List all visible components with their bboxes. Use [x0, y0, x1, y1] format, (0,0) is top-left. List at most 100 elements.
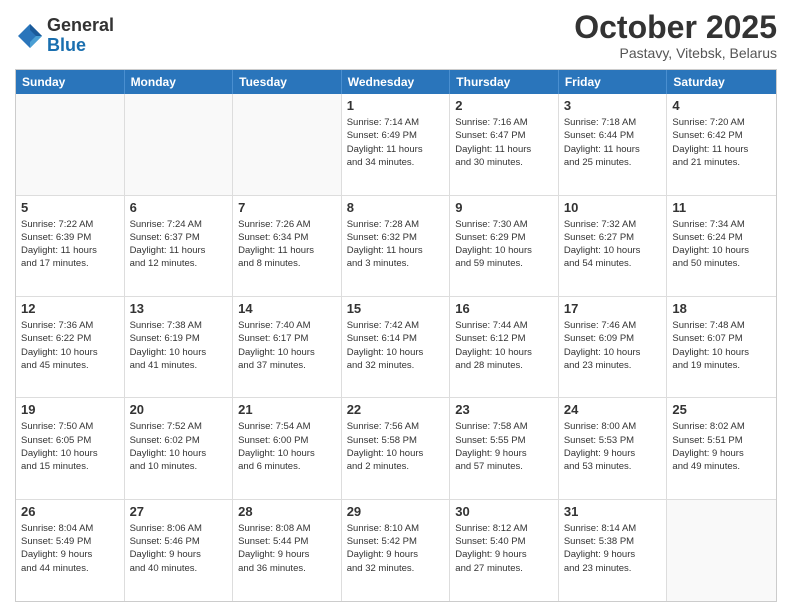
- day-info-4: Sunrise: 7:20 AM Sunset: 6:42 PM Dayligh…: [672, 116, 771, 169]
- day-info-28: Sunrise: 8:08 AM Sunset: 5:44 PM Dayligh…: [238, 522, 336, 575]
- day-number-26: 26: [21, 504, 119, 519]
- header-thursday: Thursday: [450, 70, 559, 94]
- day-info-25: Sunrise: 8:02 AM Sunset: 5:51 PM Dayligh…: [672, 420, 771, 473]
- cal-cell-4-2: 28 Sunrise: 8:08 AM Sunset: 5:44 PM Dayli…: [233, 500, 342, 601]
- day-number-17: 17: [564, 301, 662, 316]
- day-info-23: Sunrise: 7:58 AM Sunset: 5:55 PM Dayligh…: [455, 420, 553, 473]
- day-number-24: 24: [564, 402, 662, 417]
- cal-cell-1-5: 10Sunrise: 7:32 AM Sunset: 6:27 PM Dayli…: [559, 196, 668, 296]
- calendar: Sunday Monday Tuesday Wednesday Thursday…: [15, 69, 777, 602]
- logo-text: General Blue: [47, 16, 114, 56]
- day-number-14: 14: [238, 301, 336, 316]
- day-info-29: Sunrise: 8:10 AM Sunset: 5:42 PM Dayligh…: [347, 522, 445, 575]
- cal-cell-1-2: 7Sunrise: 7:26 AM Sunset: 6:34 PM Daylig…: [233, 196, 342, 296]
- day-info-21: Sunrise: 7:54 AM Sunset: 6:00 PM Dayligh…: [238, 420, 336, 473]
- day-number-21: 21: [238, 402, 336, 417]
- cal-cell-2-1: 13 Sunrise: 7:38 AM Sunset: 6:19 PM Dayli…: [125, 297, 234, 397]
- day-info-22: Sunrise: 7:56 AM Sunset: 5:58 PM Dayligh…: [347, 420, 445, 473]
- day-number-19: 19: [21, 402, 119, 417]
- cal-cell-2-4: 16 Sunrise: 7:44 AM Sunset: 6:12 PM Dayli…: [450, 297, 559, 397]
- cal-cell-2-3: 15 Sunrise: 7:42 AM Sunset: 6:14 PM Dayli…: [342, 297, 451, 397]
- day-number-3: 3: [564, 98, 662, 113]
- week-row-3: 12 Sunrise: 7:36 AM Sunset: 6:22 PM Dayli…: [16, 297, 776, 398]
- cal-cell-1-3: 8Sunrise: 7:28 AM Sunset: 6:32 PM Daylig…: [342, 196, 451, 296]
- day-info-14: Sunrise: 7:40 AM Sunset: 6:17 PM Dayligh…: [238, 319, 336, 372]
- day-info-7: Sunrise: 7:26 AM Sunset: 6:34 PM Dayligh…: [238, 218, 336, 271]
- header: General Blue October 2025 Pastavy, Viteb…: [15, 10, 777, 61]
- cal-cell-3-0: 19 Sunrise: 7:50 AM Sunset: 6:05 PM Dayli…: [16, 398, 125, 498]
- day-number-12: 12: [21, 301, 119, 316]
- day-number-6: 6: [130, 200, 228, 215]
- day-info-18: Sunrise: 7:48 AM Sunset: 6:07 PM Dayligh…: [672, 319, 771, 372]
- cal-cell-3-3: 22 Sunrise: 7:56 AM Sunset: 5:58 PM Dayli…: [342, 398, 451, 498]
- cal-cell-0-4: 2Sunrise: 7:16 AM Sunset: 6:47 PM Daylig…: [450, 94, 559, 194]
- cal-cell-0-2: [233, 94, 342, 194]
- day-number-29: 29: [347, 504, 445, 519]
- day-info-5: Sunrise: 7:22 AM Sunset: 6:39 PM Dayligh…: [21, 218, 119, 271]
- cal-cell-4-0: 26Sunrise: 8:04 AM Sunset: 5:49 PM Dayli…: [16, 500, 125, 601]
- cal-cell-2-6: 18 Sunrise: 7:48 AM Sunset: 6:07 PM Dayli…: [667, 297, 776, 397]
- logo-blue-text: Blue: [47, 36, 114, 56]
- day-number-18: 18: [672, 301, 771, 316]
- logo-icon: [15, 21, 45, 51]
- cal-cell-1-1: 6 Sunrise: 7:24 AM Sunset: 6:37 PM Daylig…: [125, 196, 234, 296]
- day-number-10: 10: [564, 200, 662, 215]
- day-info-15: Sunrise: 7:42 AM Sunset: 6:14 PM Dayligh…: [347, 319, 445, 372]
- day-number-20: 20: [130, 402, 228, 417]
- day-number-11: 11: [672, 200, 771, 215]
- day-number-5: 5: [21, 200, 119, 215]
- day-number-13: 13: [130, 301, 228, 316]
- day-info-13: Sunrise: 7:38 AM Sunset: 6:19 PM Dayligh…: [130, 319, 228, 372]
- cal-cell-0-3: 1Sunrise: 7:14 AM Sunset: 6:49 PM Daylig…: [342, 94, 451, 194]
- day-info-1: Sunrise: 7:14 AM Sunset: 6:49 PM Dayligh…: [347, 116, 445, 169]
- cal-cell-4-4: 30 Sunrise: 8:12 AM Sunset: 5:40 PM Dayli…: [450, 500, 559, 601]
- day-number-15: 15: [347, 301, 445, 316]
- day-info-30: Sunrise: 8:12 AM Sunset: 5:40 PM Dayligh…: [455, 522, 553, 575]
- day-number-31: 31: [564, 504, 662, 519]
- day-number-4: 4: [672, 98, 771, 113]
- week-row-1: 1Sunrise: 7:14 AM Sunset: 6:49 PM Daylig…: [16, 94, 776, 195]
- cal-cell-2-0: 12 Sunrise: 7:36 AM Sunset: 6:22 PM Dayli…: [16, 297, 125, 397]
- week-row-4: 19 Sunrise: 7:50 AM Sunset: 6:05 PM Dayli…: [16, 398, 776, 499]
- day-info-6: Sunrise: 7:24 AM Sunset: 6:37 PM Dayligh…: [130, 218, 228, 271]
- day-info-12: Sunrise: 7:36 AM Sunset: 6:22 PM Dayligh…: [21, 319, 119, 372]
- month-title: October 2025: [574, 10, 777, 45]
- cal-cell-3-5: 24 Sunrise: 8:00 AM Sunset: 5:53 PM Dayli…: [559, 398, 668, 498]
- header-saturday: Saturday: [667, 70, 776, 94]
- day-info-31: Sunrise: 8:14 AM Sunset: 5:38 PM Dayligh…: [564, 522, 662, 575]
- day-info-11: Sunrise: 7:34 AM Sunset: 6:24 PM Dayligh…: [672, 218, 771, 271]
- cal-cell-2-5: 17Sunrise: 7:46 AM Sunset: 6:09 PM Dayli…: [559, 297, 668, 397]
- cal-cell-4-1: 27Sunrise: 8:06 AM Sunset: 5:46 PM Dayli…: [125, 500, 234, 601]
- day-number-22: 22: [347, 402, 445, 417]
- day-number-9: 9: [455, 200, 553, 215]
- day-number-16: 16: [455, 301, 553, 316]
- cal-cell-0-0: [16, 94, 125, 194]
- title-section: October 2025 Pastavy, Vitebsk, Belarus: [574, 10, 777, 61]
- day-info-20: Sunrise: 7:52 AM Sunset: 6:02 PM Dayligh…: [130, 420, 228, 473]
- cal-cell-3-6: 25 Sunrise: 8:02 AM Sunset: 5:51 PM Dayli…: [667, 398, 776, 498]
- day-number-28: 28: [238, 504, 336, 519]
- cal-cell-2-2: 14 Sunrise: 7:40 AM Sunset: 6:17 PM Dayli…: [233, 297, 342, 397]
- cal-cell-1-6: 11 Sunrise: 7:34 AM Sunset: 6:24 PM Dayli…: [667, 196, 776, 296]
- day-info-16: Sunrise: 7:44 AM Sunset: 6:12 PM Dayligh…: [455, 319, 553, 372]
- header-tuesday: Tuesday: [233, 70, 342, 94]
- day-number-25: 25: [672, 402, 771, 417]
- cal-cell-3-4: 23 Sunrise: 7:58 AM Sunset: 5:55 PM Dayli…: [450, 398, 559, 498]
- logo: General Blue: [15, 16, 114, 56]
- cal-cell-0-5: 3Sunrise: 7:18 AM Sunset: 6:44 PM Daylig…: [559, 94, 668, 194]
- cal-cell-4-3: 29 Sunrise: 8:10 AM Sunset: 5:42 PM Dayli…: [342, 500, 451, 601]
- header-wednesday: Wednesday: [342, 70, 451, 94]
- cal-cell-3-1: 20 Sunrise: 7:52 AM Sunset: 6:02 PM Dayli…: [125, 398, 234, 498]
- header-sunday: Sunday: [16, 70, 125, 94]
- header-friday: Friday: [559, 70, 668, 94]
- week-row-5: 26Sunrise: 8:04 AM Sunset: 5:49 PM Dayli…: [16, 500, 776, 601]
- day-info-24: Sunrise: 8:00 AM Sunset: 5:53 PM Dayligh…: [564, 420, 662, 473]
- day-number-30: 30: [455, 504, 553, 519]
- cal-cell-4-6: [667, 500, 776, 601]
- calendar-header: Sunday Monday Tuesday Wednesday Thursday…: [16, 70, 776, 94]
- day-number-23: 23: [455, 402, 553, 417]
- day-info-19: Sunrise: 7:50 AM Sunset: 6:05 PM Dayligh…: [21, 420, 119, 473]
- cal-cell-0-6: 4 Sunrise: 7:20 AM Sunset: 6:42 PM Daylig…: [667, 94, 776, 194]
- day-info-27: Sunrise: 8:06 AM Sunset: 5:46 PM Dayligh…: [130, 522, 228, 575]
- page: General Blue October 2025 Pastavy, Viteb…: [0, 0, 792, 612]
